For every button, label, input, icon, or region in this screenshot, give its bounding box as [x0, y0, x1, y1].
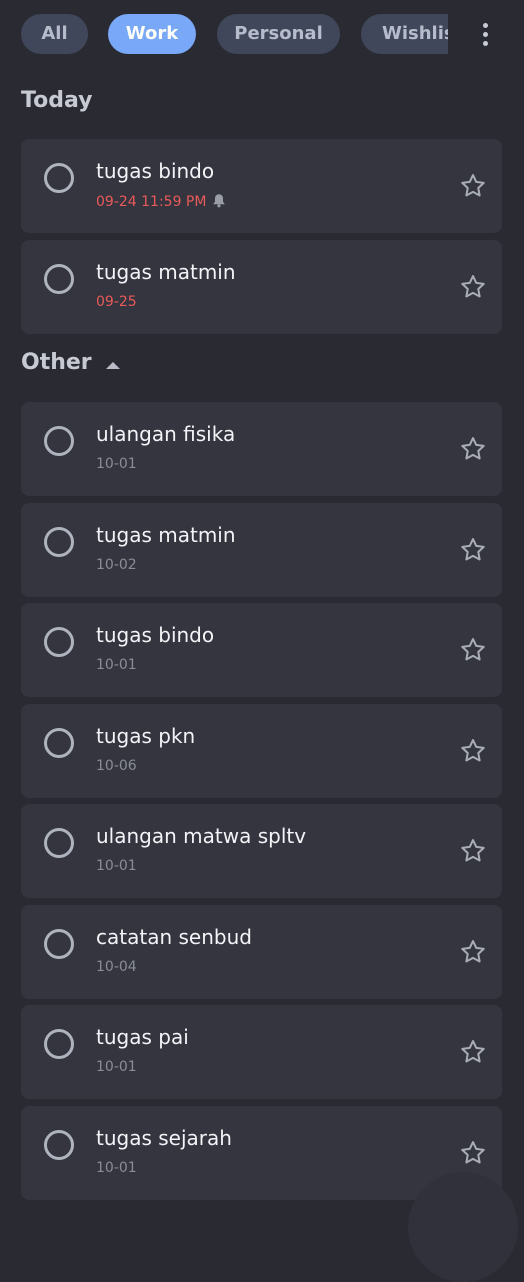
task-card[interactable]: catatan senbud 10-04: [21, 905, 502, 999]
circle-checkbox-icon[interactable]: [44, 728, 74, 758]
task-title: tugas matmin: [96, 523, 236, 547]
circle-checkbox-icon[interactable]: [44, 264, 74, 294]
category-chips[interactable]: All Work Personal Wishlist: [0, 14, 448, 56]
star-outline-icon[interactable]: [459, 536, 487, 564]
task-due-date: 10-01: [96, 456, 137, 472]
task-title: ulangan matwa spltv: [96, 824, 307, 848]
task-title: tugas sejarah: [96, 1126, 232, 1150]
task-title: ulangan fisika: [96, 422, 236, 446]
task-card[interactable]: tugas bindo 10-01: [21, 603, 502, 697]
task-card[interactable]: tugas matmin 10-02: [21, 503, 502, 597]
circle-checkbox-icon[interactable]: [44, 627, 74, 657]
task-title: tugas matmin: [96, 260, 236, 284]
task-due-date: 10-06: [96, 758, 137, 774]
star-outline-icon[interactable]: [459, 636, 487, 664]
star-outline-icon[interactable]: [459, 435, 487, 463]
task-title: catatan senbud: [96, 925, 252, 949]
task-card[interactable]: ulangan fisika 10-01: [21, 402, 502, 496]
task-title: tugas bindo: [96, 159, 215, 183]
task-title: tugas bindo: [96, 623, 215, 647]
chip-work[interactable]: Work: [108, 14, 196, 54]
task-due-date: 10-01: [96, 1059, 137, 1075]
chip-wishlist[interactable]: Wishlist: [361, 14, 448, 54]
task-due-date: 10-01: [96, 858, 137, 874]
task-due-date: 10-02: [96, 557, 137, 573]
chip-personal[interactable]: Personal: [217, 14, 340, 54]
task-card[interactable]: tugas pkn 10-06: [21, 704, 502, 798]
task-due-date: 10-04: [96, 959, 137, 975]
floating-action-button[interactable]: [408, 1172, 518, 1282]
circle-checkbox-icon[interactable]: [44, 828, 74, 858]
task-due-date: 10-01: [96, 1160, 137, 1176]
star-outline-icon[interactable]: [459, 1038, 487, 1066]
section-today-header: Today: [21, 88, 93, 113]
circle-checkbox-icon[interactable]: [44, 163, 74, 193]
star-outline-icon[interactable]: [459, 172, 487, 200]
task-card[interactable]: tugas matmin 09-25: [21, 240, 502, 334]
task-card[interactable]: tugas bindo 09-24 11:59 PM: [21, 139, 502, 233]
chip-all[interactable]: All: [21, 14, 88, 54]
section-other-header[interactable]: Other: [21, 350, 92, 375]
task-due-date: 09-25: [96, 294, 137, 310]
task-due-date-text: 09-24 11:59 PM: [96, 194, 207, 210]
bell-icon: [214, 194, 225, 208]
star-outline-icon[interactable]: [459, 273, 487, 301]
task-due-date: 10-01: [96, 657, 137, 673]
circle-checkbox-icon[interactable]: [44, 1029, 74, 1059]
circle-checkbox-icon[interactable]: [44, 527, 74, 557]
task-due-date: 09-24 11:59 PM: [96, 193, 226, 210]
circle-checkbox-icon[interactable]: [44, 929, 74, 959]
more-vertical-icon[interactable]: [472, 20, 500, 50]
category-bar: All Work Personal Wishlist: [0, 0, 524, 70]
circle-checkbox-icon[interactable]: [44, 1130, 74, 1160]
task-title: tugas pai: [96, 1025, 189, 1049]
circle-checkbox-icon[interactable]: [44, 426, 74, 456]
task-card[interactable]: tugas pai 10-01: [21, 1005, 502, 1099]
star-outline-icon[interactable]: [459, 938, 487, 966]
star-outline-icon[interactable]: [459, 737, 487, 765]
task-title: tugas pkn: [96, 724, 196, 748]
star-outline-icon[interactable]: [459, 837, 487, 865]
star-outline-icon[interactable]: [459, 1139, 487, 1167]
caret-up-icon[interactable]: [106, 362, 120, 369]
task-card[interactable]: ulangan matwa spltv 10-01: [21, 804, 502, 898]
